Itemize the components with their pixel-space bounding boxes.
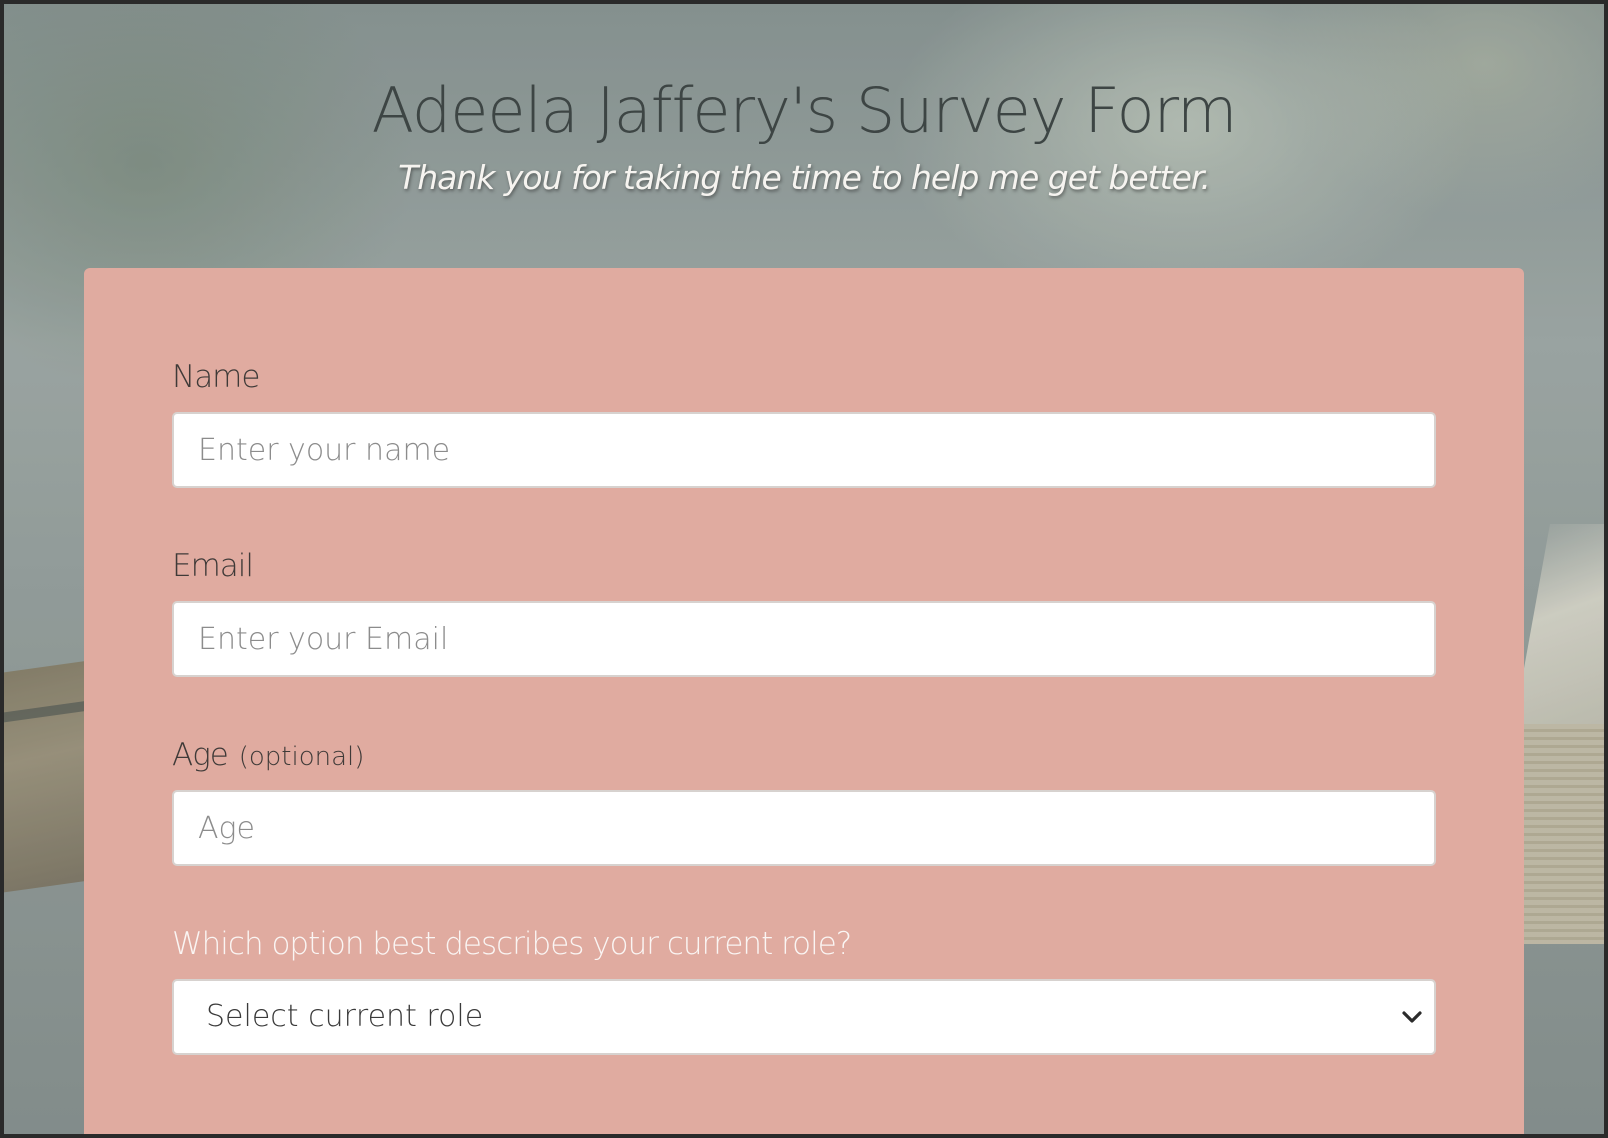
age-label-text: Age <box>172 737 229 773</box>
name-input[interactable] <box>172 412 1436 488</box>
age-optional-note: (optional) <box>238 742 365 772</box>
email-input[interactable] <box>172 601 1436 677</box>
page-subtitle: Thank you for taking the time to help me… <box>398 158 1211 198</box>
survey-form: Name Email Age (optional) Which option b… <box>84 268 1524 1134</box>
age-input[interactable] <box>172 790 1436 866</box>
role-field-group: Which option best describes your current… <box>172 923 1436 1055</box>
name-field-group: Name <box>172 356 1436 488</box>
page-background: Adeela Jaffery's Survey Form Thank you f… <box>4 4 1604 1134</box>
chevron-down-icon <box>1402 1011 1422 1023</box>
page-header: Adeela Jaffery's Survey Form Thank you f… <box>4 74 1604 197</box>
role-dropdown-selected: Select current role <box>206 999 484 1034</box>
background-cup-image <box>1514 524 1604 724</box>
role-question-label: Which option best describes your current… <box>172 926 852 962</box>
email-field-group: Email <box>172 545 1436 677</box>
name-label: Name <box>172 359 260 395</box>
role-dropdown[interactable]: Select current role <box>172 979 1436 1055</box>
page-title: Adeela Jaffery's Survey Form <box>371 74 1238 147</box>
email-label: Email <box>172 548 254 584</box>
age-field-group: Age (optional) <box>172 734 1436 866</box>
age-label: Age (optional) <box>172 734 1436 776</box>
